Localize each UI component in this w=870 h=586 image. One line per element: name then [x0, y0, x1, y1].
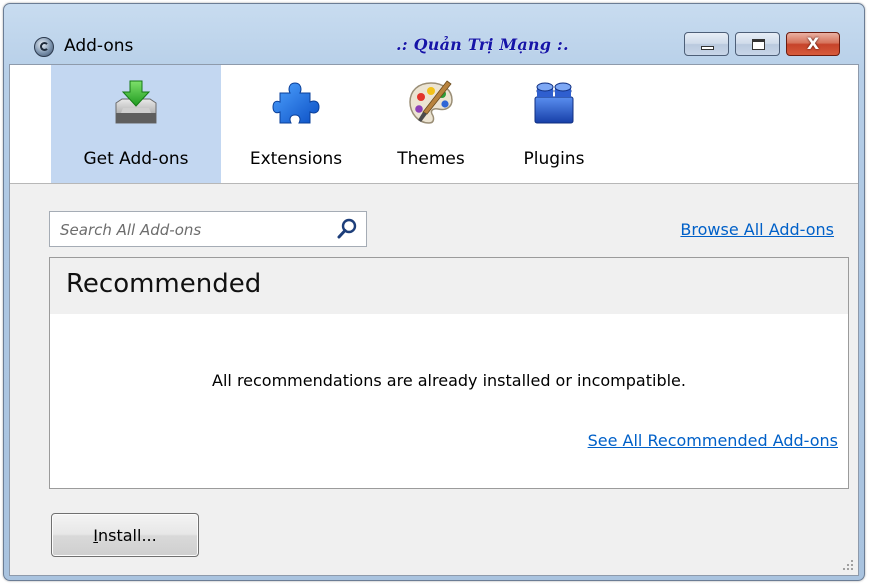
get-addons-icon	[115, 80, 157, 124]
tab-label: Get Add-ons	[83, 149, 189, 169]
tab-label: Extensions	[249, 149, 343, 169]
minimize-button[interactable]	[684, 32, 729, 56]
window-title: Add-ons	[64, 36, 134, 56]
tab-get-addons[interactable]: Get Add-ons	[51, 65, 221, 183]
install-button-label: Install...	[93, 526, 157, 545]
tab-plugins[interactable]: Plugins	[504, 65, 604, 183]
install-button[interactable]: Install...	[51, 513, 199, 557]
recommended-header: Recommended	[50, 258, 848, 314]
lego-brick-icon	[534, 82, 574, 124]
close-icon: X	[806, 34, 820, 53]
puzzle-icon	[272, 82, 320, 124]
tab-themes[interactable]: Themes	[383, 65, 479, 183]
title-bar[interactable]: Add-ons .: Quản Trị Mạng :. X	[4, 4, 864, 64]
recommended-message: All recommendations are already installe…	[212, 371, 686, 390]
brand-watermark: .: Quản Trị Mạng :.	[396, 35, 569, 54]
category-toolbar: Get Add-ons Extensions Themes Plugins	[10, 65, 858, 184]
browse-all-addons-link[interactable]: Browse All Add-ons	[680, 220, 834, 239]
tab-label: Plugins	[523, 149, 585, 169]
search-placeholder: Search All Add-ons	[60, 221, 202, 239]
recommended-panel: Recommended All recommendations are alre…	[49, 257, 849, 489]
see-all-recommended-link[interactable]: See All Recommended Add-ons	[588, 431, 838, 450]
recommended-title: Recommended	[66, 269, 262, 299]
tab-label: Themes	[397, 149, 465, 169]
client-area: Get Add-ons Extensions Themes Plugins Se…	[9, 64, 859, 576]
app-icon	[34, 37, 54, 57]
close-button[interactable]: X	[786, 32, 840, 56]
palette-icon	[409, 80, 453, 124]
search-input[interactable]: Search All Add-ons	[49, 211, 367, 247]
maximize-button[interactable]	[735, 32, 780, 56]
addons-window: Add-ons .: Quản Trị Mạng :. X Get Add-on…	[3, 3, 865, 581]
tab-extensions[interactable]: Extensions	[235, 65, 357, 183]
resize-grip-icon[interactable]	[840, 557, 854, 571]
search-icon[interactable]	[336, 218, 358, 240]
maximize-icon	[752, 39, 765, 50]
minimize-icon	[701, 46, 714, 50]
